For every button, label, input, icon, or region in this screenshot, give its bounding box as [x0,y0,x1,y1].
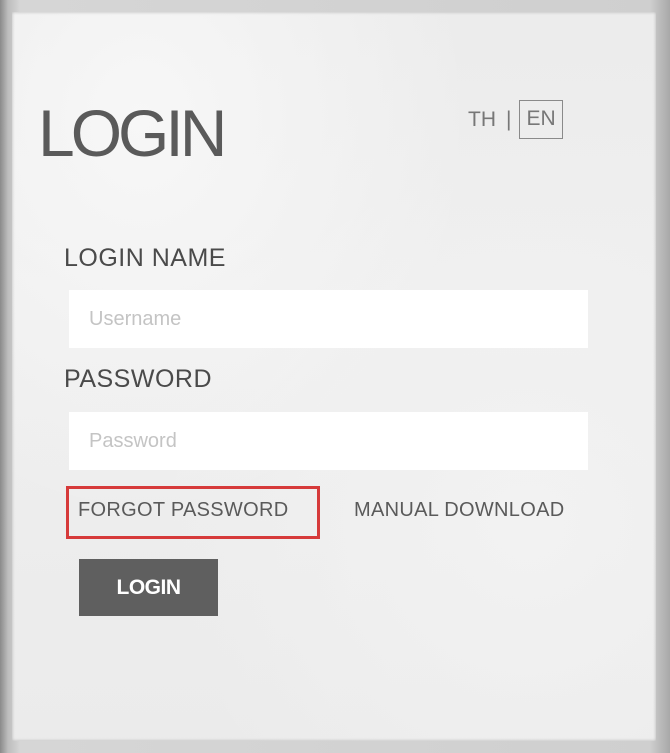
login-panel: LOGIN TH | EN LOGIN NAME PASSWORD FORGOT… [12,12,656,741]
login-button[interactable]: LOGIN [79,559,218,616]
language-th-link[interactable]: TH [466,108,498,132]
forgot-password-link[interactable]: FORGOT PASSWORD [78,499,288,522]
language-separator: | [506,107,512,131]
page-title: LOGIN [38,96,227,170]
language-en-link[interactable]: EN [519,100,563,139]
manual-download-link[interactable]: MANUAL DOWNLOAD [354,499,564,522]
username-input[interactable] [69,290,588,348]
password-label: PASSWORD [64,365,212,393]
window-frame: LOGIN TH | EN LOGIN NAME PASSWORD FORGOT… [0,0,670,753]
password-input[interactable] [69,412,588,470]
username-label: LOGIN NAME [64,244,226,272]
language-switcher: TH | EN [466,100,563,139]
